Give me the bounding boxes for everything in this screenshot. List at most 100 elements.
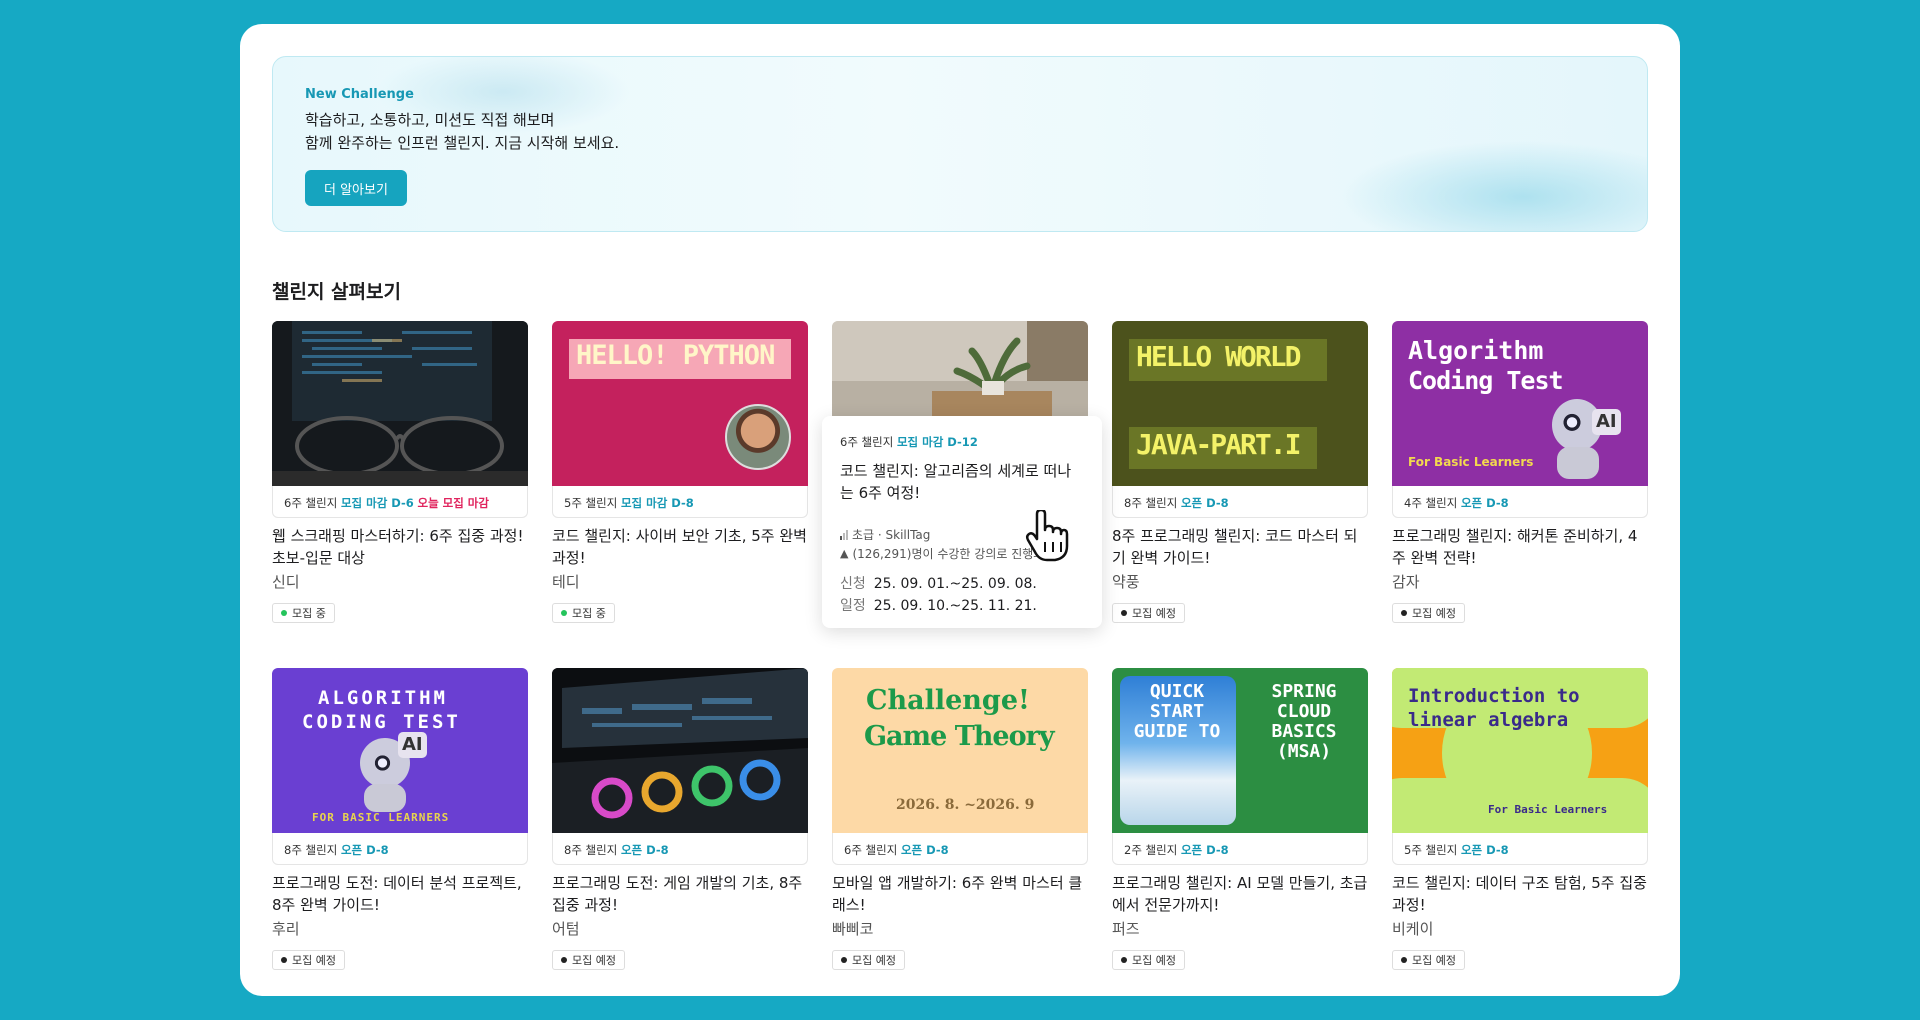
status-dot-icon	[281, 610, 287, 616]
card-weeks: 5주 챌린지	[1404, 843, 1458, 857]
popup-meta: 6주 챌린지 모집 마감 D-12	[840, 434, 978, 450]
badge-label: 모집 예정	[1132, 607, 1176, 620]
card-status: 모집 마감 D-8	[620, 496, 694, 510]
thumb-text-2: Game Theory	[864, 721, 1055, 752]
status-badge: 모집 예정	[832, 950, 905, 970]
challenge-card-game-dev[interactable]: 8주 챌린지 오픈 D-8 프로그래밍 도전: 게임 개발의 기초, 8주 집중…	[552, 668, 808, 978]
card-thumbnail: Algorithm Coding Test For Basic Learners…	[1392, 321, 1648, 486]
card-weeks: 8주 챌린지	[284, 843, 338, 857]
thumb-text-1: Introduction to	[1408, 685, 1580, 707]
popup-students: ▲ (126,291)명이 수강한 강의로 진행돼요	[840, 545, 1055, 562]
card-thumbnail: Challenge! Game Theory 2026. 8. ~2026. 9	[832, 668, 1088, 833]
popup-title[interactable]: 코드 챌린지: 알고리즘의 세계로 떠나는 6주 여정!	[840, 460, 1080, 504]
badge-label: 모집 예정	[852, 954, 896, 967]
thumb-text-1: HELLO WORLD	[1136, 340, 1301, 373]
status-dot-icon	[1401, 610, 1407, 616]
thumb-text-2: JAVA-PART.I	[1136, 428, 1301, 461]
card-title[interactable]: 웹 스크래핑 마스터하기: 6주 집중 과정! 초보-입문 대상	[272, 525, 528, 569]
card-title[interactable]: 프로그래밍 도전: 데이터 분석 프로젝트, 8주 완벽 가이드!	[272, 872, 528, 916]
card-status: 모집 마감 D-6	[340, 496, 414, 510]
card-title[interactable]: 8주 프로그래밍 챌린지: 코드 마스터 되기 완벽 가이드!	[1112, 525, 1368, 569]
card-weeks: 6주 챌린지	[844, 843, 898, 857]
card-status: 모집 마감 D-12	[896, 435, 978, 449]
thumb-text: HELLO! PYTHON	[576, 340, 775, 371]
card-meta: 8주 챌린지 오픈 D-8	[1112, 486, 1368, 518]
promo-banner: New Challenge 학습하고, 소통하고, 미션도 직접 해보며 함께 …	[272, 56, 1648, 232]
popup-level-label: 초급 · SkillTag	[852, 528, 931, 542]
status-badge: 모집 예정	[1112, 603, 1185, 623]
hand-pointer-cursor-icon	[1025, 510, 1069, 562]
card-title[interactable]: 프로그래밍 도전: 게임 개발의 기초, 8주 집중 과정!	[552, 872, 808, 916]
main-panel: New Challenge 학습하고, 소통하고, 미션도 직접 해보며 함께 …	[240, 24, 1680, 996]
challenge-card-web-scraping[interactable]: 6주 챌린지 모집 마감 D-6 오늘 모집 마감 웹 스크래핑 마스터하기: …	[272, 321, 528, 631]
status-dot-icon	[1401, 957, 1407, 963]
popup-level: 초급 · SkillTag	[840, 526, 930, 543]
status-badge: 모집 예정	[1112, 950, 1185, 970]
status-dot-icon	[281, 957, 287, 963]
card-meta: 6주 챌린지 모집 마감 D-6 오늘 모집 마감	[272, 486, 528, 518]
card-meta: 4주 챌린지 오픈 D-8	[1392, 486, 1648, 518]
card-author: 신디	[272, 573, 300, 591]
card-title[interactable]: 프로그래밍 챌린지: 해커톤 준비하기, 4주 완벽 전략!	[1392, 525, 1648, 569]
status-dot-icon	[1121, 610, 1127, 616]
card-thumbnail: ALGORITHM CODING TEST AI FOR BASIC LEARN…	[272, 668, 528, 833]
challenge-card-data-analysis[interactable]: ALGORITHM CODING TEST AI FOR BASIC LEARN…	[272, 668, 528, 978]
card-meta: 5주 챌린지 오픈 D-8	[1392, 833, 1648, 865]
thumb-text-3: For Basic Learners	[1488, 803, 1608, 816]
card-weeks: 4주 챌린지	[1404, 496, 1458, 510]
challenge-card-ai-model[interactable]: QUICK START GUIDE TO SPRING CLOUD BASICS…	[1112, 668, 1368, 978]
card-thumbnail: QUICK START GUIDE TO SPRING CLOUD BASICS…	[1112, 668, 1368, 833]
card-title[interactable]: 코드 챌린지: 데이터 구조 탐험, 5주 집중 과정!	[1392, 872, 1648, 916]
card-author: 비케이	[1392, 920, 1434, 938]
banner-line-1: 학습하고, 소통하고, 미션도 직접 해보며	[305, 111, 555, 129]
learn-more-button[interactable]: 더 알아보기	[305, 170, 407, 206]
card-status: 오픈 D-8	[340, 843, 389, 857]
card-author: 어텀	[552, 920, 580, 938]
card-status: 오픈 D-8	[1180, 843, 1229, 857]
thumb-text-2: Coding Test	[1408, 366, 1564, 395]
card-thumbnail	[552, 668, 808, 833]
challenge-card-mobile-app[interactable]: Challenge! Game Theory 2026. 8. ~2026. 9…	[832, 668, 1088, 978]
status-badge: 모집 중	[272, 603, 335, 623]
badge-label: 모집 중	[292, 607, 326, 620]
status-dot-icon	[561, 610, 567, 616]
ai-chip-label: AI	[1592, 409, 1621, 435]
challenge-card-cyber-security[interactable]: HELLO! PYTHON 5주 챌린지 모집 마감 D-8 코드 챌린지: 사…	[552, 321, 808, 631]
card-thumbnail: HELLO! PYTHON	[552, 321, 808, 486]
thumb-text-3: For Basic Learners	[1408, 455, 1534, 469]
card-author: 감자	[1392, 573, 1420, 591]
card-meta: 8주 챌린지 오픈 D-8	[552, 833, 808, 865]
card-author: 빠삐코	[832, 920, 874, 938]
card-weeks: 2주 챌린지	[1124, 843, 1178, 857]
card-status: 오픈 D-8	[1460, 496, 1509, 510]
challenge-card-data-structure[interactable]: Introduction to linear algebra For Basic…	[1392, 668, 1648, 978]
badge-label: 모집 예정	[1412, 607, 1456, 620]
card-author: 테디	[552, 573, 580, 591]
card-weeks: 8주 챌린지	[564, 843, 618, 857]
card-title[interactable]: 코드 챌린지: 사이버 보안 기초, 5주 완벽 과정!	[552, 525, 808, 569]
challenge-card-hackathon[interactable]: Algorithm Coding Test For Basic Learners…	[1392, 321, 1648, 631]
popup-apply-dates: 신청 25. 09. 01.~25. 09. 08.	[840, 573, 1037, 593]
status-badge: 모집 중	[552, 603, 615, 623]
section-title: 챌린지 살펴보기	[272, 281, 401, 303]
card-author: 퍼즈	[1112, 920, 1140, 938]
card-title[interactable]: 프로그래밍 챌린지: AI 모델 만들기, 초급에서 전문가까지!	[1112, 872, 1368, 916]
thumb-text-2: CODING TEST	[302, 711, 461, 733]
apply-label: 신청	[840, 576, 866, 592]
badge-label: 모집 예정	[572, 954, 616, 967]
card-status: 오픈 D-8	[620, 843, 669, 857]
thumb-text-2: SPRING CLOUD BASICS (MSA)	[1271, 681, 1337, 762]
card-weeks: 5주 챌린지	[564, 496, 618, 510]
card-meta: 6주 챌린지 오픈 D-8	[832, 833, 1088, 865]
card-weeks: 6주 챌린지	[840, 435, 894, 449]
status-badge: 모집 예정	[552, 950, 625, 970]
fire-icon: ▲	[840, 547, 849, 560]
card-weeks: 8주 챌린지	[1124, 496, 1178, 510]
banner-line-2: 함께 완주하는 인프런 챌린지. 지금 시작해 보세요.	[305, 134, 620, 152]
badge-label: 모집 예정	[292, 954, 336, 967]
avatar	[725, 404, 791, 470]
status-badge: 모집 예정	[1392, 603, 1465, 623]
card-title[interactable]: 모바일 앱 개발하기: 6주 완벽 마스터 클래스!	[832, 872, 1088, 916]
badge-label: 모집 예정	[1132, 954, 1176, 967]
challenge-card-code-master[interactable]: HELLO WORLD JAVA-PART.I 8주 챌린지 오픈 D-8 8주…	[1112, 321, 1368, 631]
